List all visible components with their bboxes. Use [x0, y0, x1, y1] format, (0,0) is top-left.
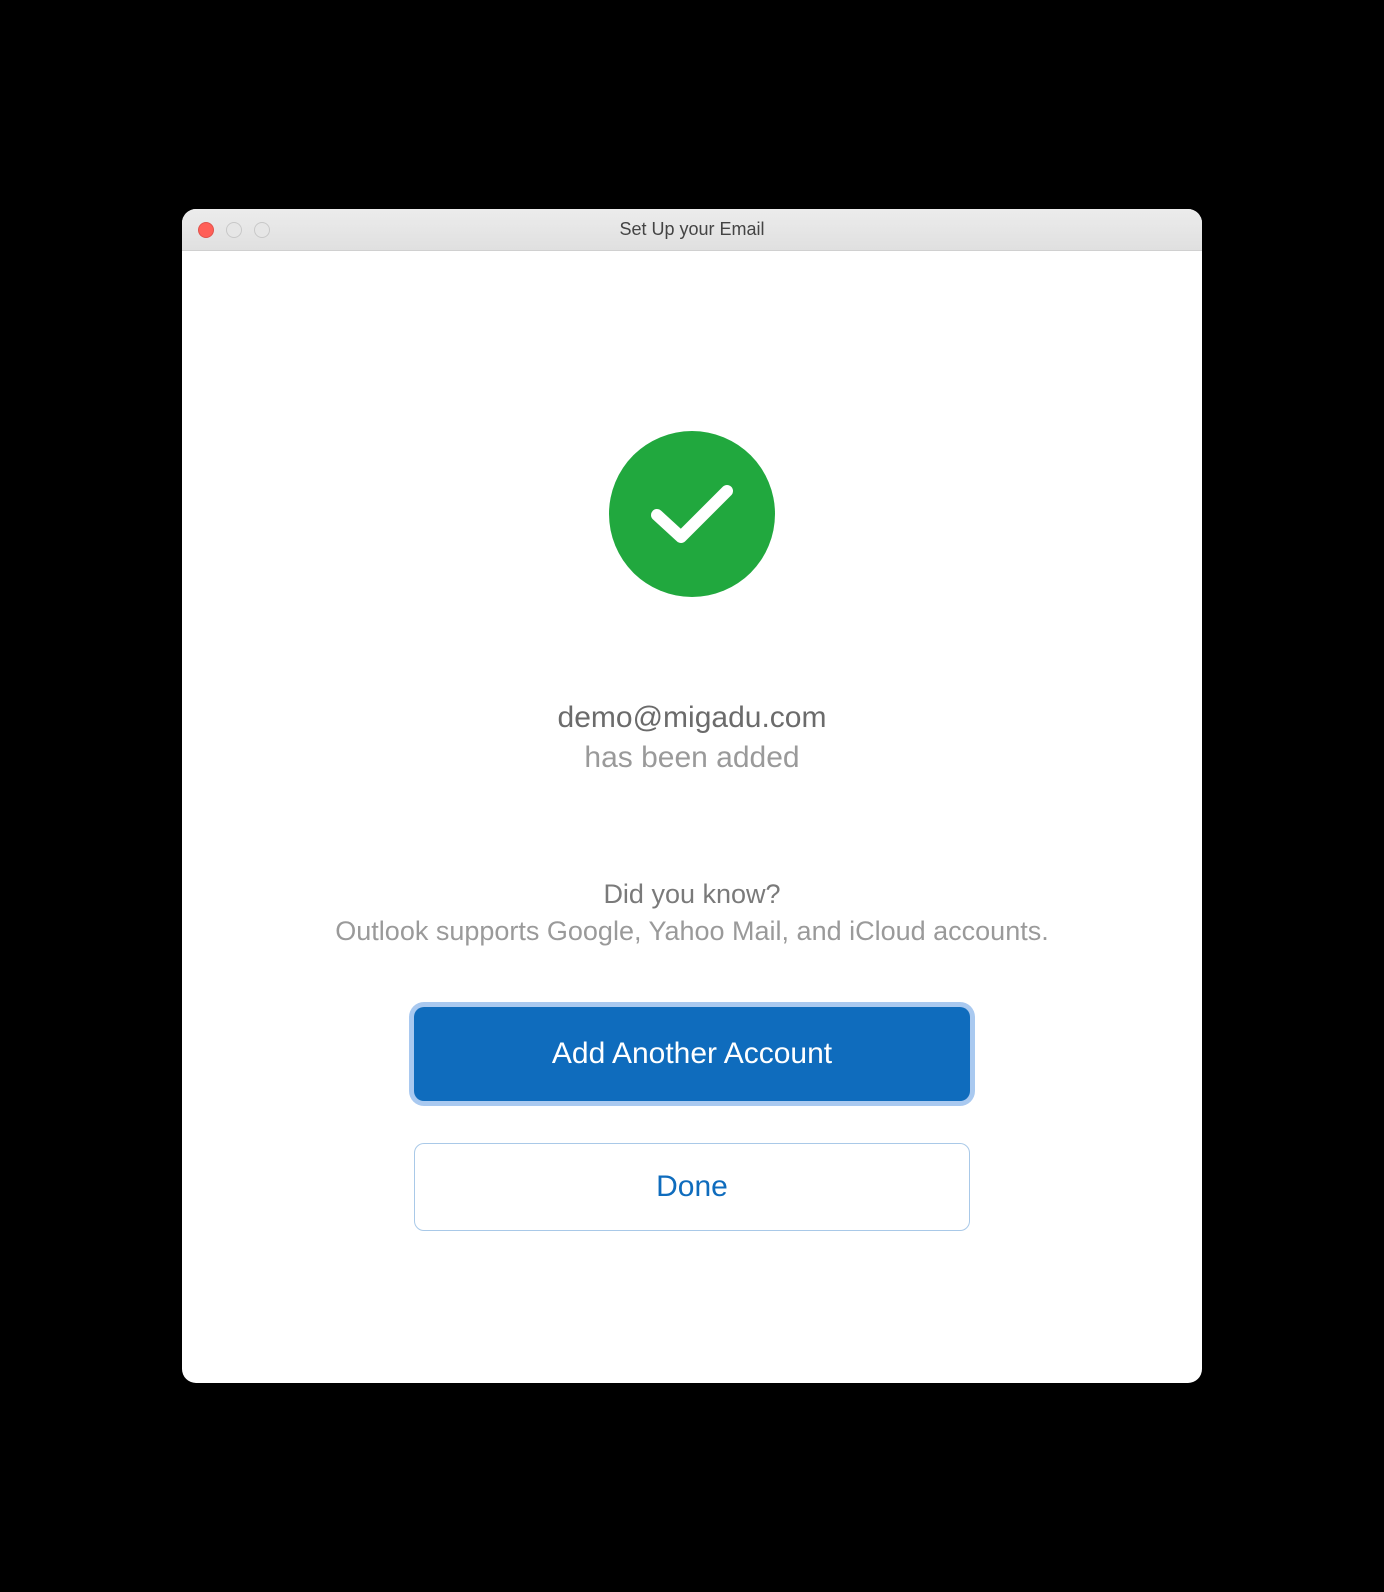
checkmark-icon — [609, 431, 775, 597]
window-title: Set Up your Email — [182, 219, 1202, 240]
minimize-icon — [226, 222, 242, 238]
content-area: demo@migadu.com has been added Did you k… — [182, 251, 1202, 1383]
added-email-address: demo@migadu.com — [558, 701, 827, 735]
zoom-icon — [254, 222, 270, 238]
button-group: Add Another Account Done — [414, 1007, 970, 1231]
setup-email-window: Set Up your Email demo@migadu.com has be… — [182, 209, 1202, 1383]
tip-body: Outlook supports Google, Yahoo Mail, and… — [335, 916, 1048, 947]
tip-section: Did you know? Outlook supports Google, Y… — [335, 879, 1048, 947]
close-icon[interactable] — [198, 222, 214, 238]
window-controls — [182, 222, 270, 238]
titlebar: Set Up your Email — [182, 209, 1202, 251]
tip-heading: Did you know? — [335, 879, 1048, 910]
add-another-account-button[interactable]: Add Another Account — [414, 1007, 970, 1101]
done-button[interactable]: Done — [414, 1143, 970, 1231]
added-confirmation-text: has been added — [584, 741, 799, 775]
